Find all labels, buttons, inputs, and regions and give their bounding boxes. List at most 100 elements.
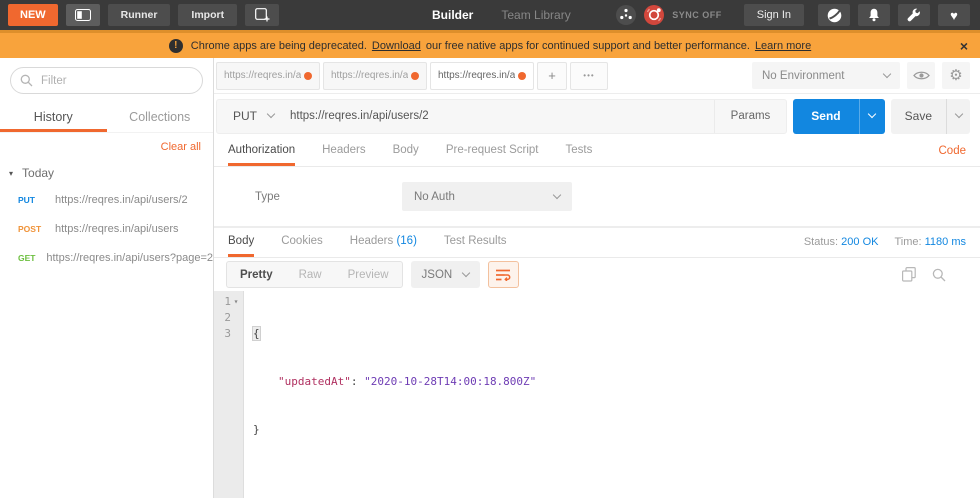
chevron-down-icon: ▾ bbox=[9, 169, 13, 178]
method-badge: POST bbox=[18, 224, 55, 234]
code-link[interactable]: Code bbox=[939, 145, 967, 166]
chevron-down-icon bbox=[553, 190, 561, 198]
mode-preview[interactable]: Preview bbox=[335, 269, 402, 281]
bell-icon bbox=[867, 8, 881, 22]
tab-history[interactable]: History bbox=[0, 103, 107, 132]
environment-value: No Environment bbox=[762, 70, 844, 82]
save-button[interactable]: Save bbox=[891, 99, 946, 134]
chevron-down-icon bbox=[462, 268, 470, 276]
mode-raw[interactable]: Raw bbox=[286, 269, 335, 281]
clear-all-link[interactable]: Clear all bbox=[161, 141, 201, 153]
line-number: 2 bbox=[224, 310, 231, 326]
tab-response-headers[interactable]: Headers (16) bbox=[350, 229, 417, 257]
new-window-icon bbox=[255, 8, 270, 22]
tab-headers[interactable]: Headers bbox=[322, 138, 365, 166]
banner-close-icon[interactable]: × bbox=[960, 38, 968, 54]
response-tabs: Body Cookies Headers (16) Test Results S… bbox=[214, 228, 980, 258]
tab-collections[interactable]: Collections bbox=[107, 103, 214, 132]
request-tab[interactable]: https://reqres.in/api/u bbox=[216, 62, 320, 90]
history-item[interactable]: POST https://reqres.in/api/users bbox=[0, 214, 213, 243]
request-tab-active[interactable]: https://reqres.in/api/u bbox=[430, 62, 534, 90]
download-link[interactable]: Download bbox=[372, 40, 421, 52]
tab-response-cookies[interactable]: Cookies bbox=[281, 229, 323, 257]
settings-button[interactable] bbox=[898, 4, 930, 26]
mode-pretty[interactable]: Pretty bbox=[227, 269, 286, 281]
gear-icon: ⚙ bbox=[949, 68, 962, 83]
headers-count: (16) bbox=[396, 235, 416, 247]
send-options-button[interactable] bbox=[859, 99, 885, 134]
banner-message-1: Chrome apps are being deprecated. bbox=[191, 40, 367, 52]
environment-select[interactable]: No Environment bbox=[752, 62, 900, 89]
sidebar-toggle-button[interactable] bbox=[66, 4, 100, 26]
tab-builder[interactable]: Builder bbox=[432, 8, 473, 22]
method-badge: GET bbox=[18, 253, 46, 263]
copy-icon bbox=[902, 267, 916, 282]
request-tab-label: https://reqres.in/api/u bbox=[224, 70, 301, 81]
history-item[interactable]: PUT https://reqres.in/api/users/2 bbox=[0, 185, 213, 214]
sidebar-tabs: History Collections bbox=[0, 103, 213, 133]
search-response-button[interactable] bbox=[932, 268, 946, 282]
save-options-button[interactable] bbox=[946, 99, 970, 134]
send-button-group: Send bbox=[793, 99, 884, 134]
notifications-button[interactable] bbox=[858, 4, 890, 26]
history-item[interactable]: GET https://reqres.in/api/users?page=2 bbox=[0, 243, 213, 272]
history-url: https://reqres.in/api/users bbox=[55, 223, 179, 235]
request-tab[interactable]: https://reqres.in/api/u bbox=[323, 62, 427, 90]
new-tab-button[interactable]: + bbox=[537, 62, 567, 90]
response-body-viewer: 1 ▾ 2 3 { "updatedAt": "2020-10-28T14:00… bbox=[214, 291, 980, 498]
chevron-down-icon bbox=[267, 110, 275, 118]
tab-authorization[interactable]: Authorization bbox=[228, 138, 295, 166]
split-pane-icon bbox=[75, 9, 91, 21]
sync-status-label: SYNC OFF bbox=[672, 10, 722, 20]
deprecation-banner: ! Chrome apps are being deprecated. Down… bbox=[0, 30, 980, 58]
tab-body[interactable]: Body bbox=[393, 138, 419, 166]
sync-icon[interactable] bbox=[644, 5, 664, 25]
new-button[interactable]: NEW bbox=[8, 4, 58, 26]
filter-input[interactable] bbox=[10, 67, 203, 94]
fold-arrow-icon[interactable]: ▾ bbox=[231, 294, 241, 310]
new-window-button[interactable] bbox=[245, 4, 279, 26]
import-button[interactable]: Import bbox=[178, 4, 237, 26]
json-separator: : bbox=[351, 375, 364, 388]
method-badge: PUT bbox=[18, 195, 55, 205]
environment-preview-button[interactable] bbox=[907, 62, 935, 89]
response-view-toolbar: Pretty Raw Preview JSON bbox=[214, 258, 980, 291]
chevron-down-icon bbox=[954, 110, 962, 118]
time-label: Time: bbox=[894, 236, 921, 248]
format-select[interactable]: JSON bbox=[411, 261, 481, 288]
authorization-section: Type No Auth bbox=[214, 167, 980, 228]
history-group-today[interactable]: ▾ Today bbox=[0, 159, 213, 185]
environment-settings-button[interactable]: ⚙ bbox=[942, 62, 970, 89]
headers-label: Headers bbox=[350, 235, 393, 247]
time-value: 1180 ms bbox=[925, 236, 966, 248]
method-select[interactable]: PUT bbox=[217, 109, 290, 123]
tab-prerequest-script[interactable]: Pre-request Script bbox=[446, 138, 539, 166]
json-value: "2020-10-28T14:00:18.800Z" bbox=[364, 375, 536, 388]
status-value: 200 OK bbox=[841, 236, 878, 248]
tab-test-results[interactable]: Test Results bbox=[444, 229, 507, 257]
wrap-lines-button[interactable] bbox=[488, 261, 519, 288]
more-tabs-button[interactable]: ••• bbox=[570, 62, 608, 90]
tab-response-body[interactable]: Body bbox=[228, 229, 254, 257]
copy-button[interactable] bbox=[902, 267, 916, 282]
sign-in-button[interactable]: Sign In bbox=[744, 4, 804, 26]
wrap-text-icon bbox=[496, 269, 511, 281]
runner-button[interactable]: Runner bbox=[108, 4, 171, 26]
learn-more-link[interactable]: Learn more bbox=[755, 40, 811, 52]
unsaved-dot-icon bbox=[411, 72, 419, 80]
favorites-button[interactable]: ♥ bbox=[938, 4, 970, 26]
format-value: JSON bbox=[422, 269, 453, 281]
response-meta: Status: 200 OK Time: 1180 ms bbox=[804, 236, 966, 257]
heart-icon: ♥ bbox=[950, 9, 958, 22]
history-url: https://reqres.in/api/users/2 bbox=[55, 194, 188, 206]
browse-button[interactable] bbox=[818, 4, 850, 26]
params-button[interactable]: Params bbox=[714, 100, 787, 133]
interceptor-icon[interactable] bbox=[616, 5, 636, 25]
url-input[interactable]: https://reqres.in/api/users/2 bbox=[290, 110, 714, 122]
history-url: https://reqres.in/api/users?page=2 bbox=[46, 252, 213, 264]
send-button[interactable]: Send bbox=[793, 99, 858, 134]
tab-team-library[interactable]: Team Library bbox=[501, 8, 570, 22]
json-open-brace: { bbox=[253, 327, 260, 340]
tab-tests[interactable]: Tests bbox=[566, 138, 593, 166]
auth-type-select[interactable]: No Auth bbox=[402, 182, 572, 211]
